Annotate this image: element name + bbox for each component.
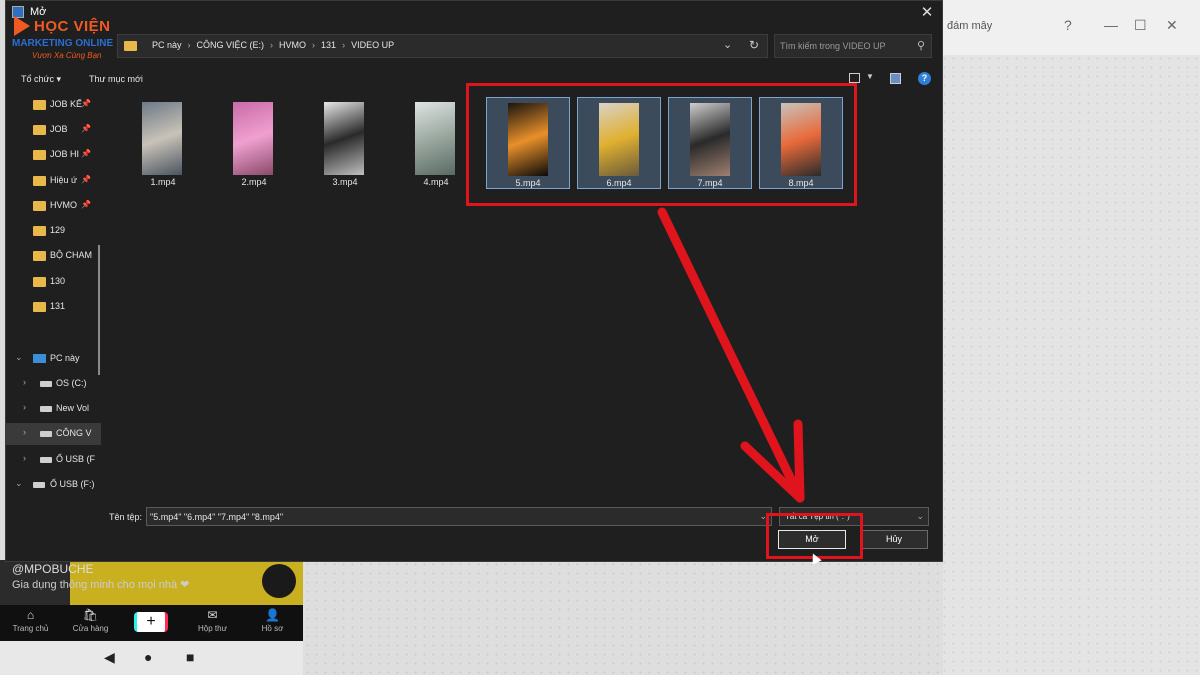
red-arrow-icon: [657, 207, 805, 503]
annotation-arrow: [657, 207, 805, 503]
